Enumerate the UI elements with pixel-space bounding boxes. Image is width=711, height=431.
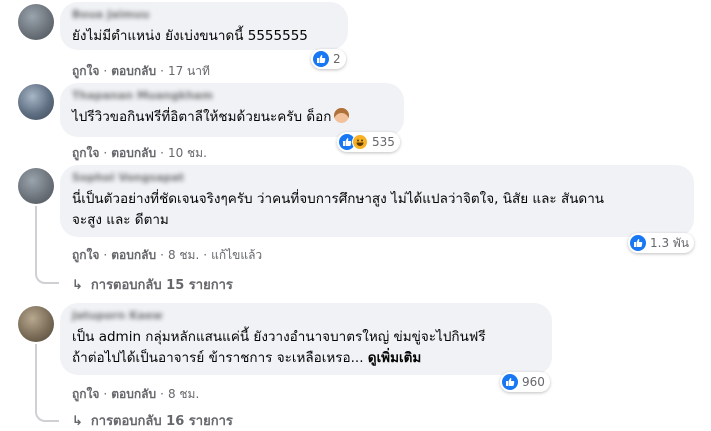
reaction-summary[interactable]: 960: [500, 372, 550, 392]
commenter-name[interactable]: Boua Jaimuu: [72, 8, 336, 21]
comment-actions: ถูกใจ · ตอบกลับ · 8 ชม. · แก้ไขแล้ว: [72, 246, 262, 265]
reaction-count: 1.3 พัน: [650, 235, 690, 250]
thread-connector: [35, 270, 59, 284]
comment-text-line: ถ้าต่อไปได้เป็นอาจารย์ ข้าราชการ จะเหลือ…: [72, 350, 364, 366]
comment-text: ไปรีวิวขอกินฟรีที่อิตาลีให้ชมด้วยนะครับ …: [72, 107, 392, 128]
comment-text: ยังไม่มีตำแหน่ง ยังเบ่งขนาดนี้ 5555555: [72, 28, 308, 44]
reaction-summary[interactable]: 2: [311, 49, 346, 69]
replies-count-label: การตอบกลับ 15 รายการ: [90, 278, 233, 293]
comment-actions: ถูกใจ · ตอบกลับ · 17 นาที: [72, 62, 210, 81]
separator-dot: ·: [160, 248, 164, 262]
separator-dot: ·: [103, 146, 108, 160]
avatar[interactable]: [18, 4, 54, 40]
reaction-count: 960: [522, 375, 545, 389]
reply-arrow-icon: ↳: [72, 414, 83, 429]
see-more-link[interactable]: ดูเพิ่มเติม: [368, 350, 421, 366]
thumbs-up-icon: [630, 235, 646, 251]
timestamp[interactable]: 17 นาที: [168, 64, 210, 78]
reply-link[interactable]: ตอบกลับ: [111, 387, 156, 401]
reaction-count: 535: [372, 135, 395, 149]
comment-bubble: Sophol Vongsapat นี่เป็นตัวอย่างที่ชัดเจ…: [60, 165, 694, 237]
like-link[interactable]: ถูกใจ: [72, 146, 99, 160]
separator-dot: ·: [160, 64, 164, 78]
reply-link[interactable]: ตอบกลับ: [111, 146, 156, 160]
comment-text-line: เป็น admin กลุ่มหลักแสนแค่นี้ ยังวางอำนา…: [72, 329, 486, 345]
thumbs-up-icon: [313, 51, 329, 67]
comment-text-line: ถ้าต่อไปได้เป็นอาจารย์ ข้าราชการ จะเหลือ…: [72, 348, 540, 369]
reaction-count: 2: [333, 52, 341, 66]
replies-count-label: การตอบกลับ 16 รายการ: [90, 414, 233, 429]
comment-bubble: Jatuporn Kaew เป็น admin กลุ่มหลักแสนแค่…: [60, 303, 552, 375]
comment-bubble: Thapanan Muangkham ไปรีวิวขอกินฟรีที่อิต…: [60, 83, 404, 137]
comment-text-line: จะสูง และ ดีตาม: [72, 212, 169, 228]
avatar[interactable]: [18, 84, 54, 120]
comment-actions: ถูกใจ · ตอบกลับ · 10 ชม.: [72, 144, 207, 163]
separator-dot: ·: [103, 387, 108, 401]
thread-connector: [35, 408, 59, 422]
avatar[interactable]: [18, 168, 54, 204]
commenter-name[interactable]: Sophol Vongsapat: [72, 171, 682, 184]
reaction-summary[interactable]: 535: [337, 132, 400, 152]
edited-label: แก้ไขแล้ว: [211, 248, 263, 262]
comment-actions: ถูกใจ · ตอบกลับ · 8 ชม.: [72, 385, 199, 404]
timestamp[interactable]: 8 ชม.: [168, 248, 199, 262]
thread-line: [35, 344, 37, 408]
like-link[interactable]: ถูกใจ: [72, 248, 99, 262]
like-link[interactable]: ถูกใจ: [72, 64, 99, 78]
reaction-summary[interactable]: 1.3 พัน: [628, 233, 695, 253]
person-emoji-icon: [334, 108, 350, 123]
thread-line: [35, 206, 37, 270]
view-replies-link[interactable]: ↳ การตอบกลับ 15 รายการ: [72, 274, 233, 295]
haha-icon: [352, 134, 368, 150]
separator-dot: ·: [103, 64, 108, 78]
timestamp[interactable]: 8 ชม.: [168, 387, 199, 401]
separator-dot: ·: [160, 146, 164, 160]
avatar[interactable]: [18, 306, 54, 342]
comment-bubble: Boua Jaimuu ยังไม่มีตำแหน่ง ยังเบ่งขนาดน…: [60, 2, 348, 50]
comment-text-line: นี่เป็นตัวอย่างที่ชัดเจนจริงๆครับ ว่าคนท…: [72, 191, 604, 207]
comment-text-line: ไปรีวิวขอกินฟรีที่อิตาลีให้ชมด้วยนะครับ …: [72, 109, 332, 125]
timestamp[interactable]: 10 ชม.: [168, 146, 207, 160]
separator-dot: ·: [103, 248, 108, 262]
like-link[interactable]: ถูกใจ: [72, 387, 99, 401]
commenter-name[interactable]: Jatuporn Kaew: [72, 309, 540, 322]
reply-link[interactable]: ตอบกลับ: [111, 64, 156, 78]
separator-dot: ·: [160, 387, 164, 401]
reply-link[interactable]: ตอบกลับ: [111, 248, 156, 262]
reply-arrow-icon: ↳: [72, 278, 83, 293]
separator-dot: ·: [203, 248, 208, 262]
commenter-name[interactable]: Thapanan Muangkham: [72, 89, 392, 102]
thumbs-up-icon: [502, 374, 518, 390]
